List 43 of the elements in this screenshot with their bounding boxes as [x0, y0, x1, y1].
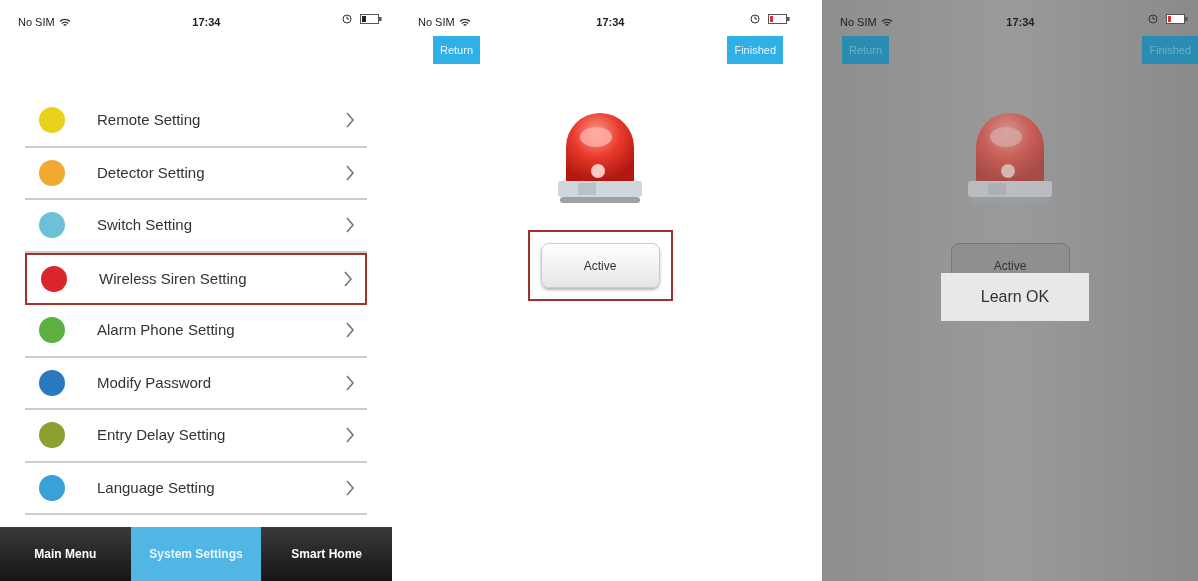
item-label: Modify Password: [97, 372, 212, 393]
battery-icon: [1166, 14, 1188, 24]
battery-icon: [360, 14, 382, 24]
wifi-icon: [58, 17, 71, 27]
carrier-text: No SIM: [18, 15, 55, 30]
chevron-icon: [345, 427, 355, 444]
clock-icon: [750, 14, 760, 24]
carrier-text: No SIM: [418, 15, 455, 30]
time-text: 17:34: [596, 15, 625, 30]
item-label: Remote Setting: [97, 110, 201, 130]
menu-item[interactable]: Wireless Siren Setting: [25, 252, 367, 305]
tab[interactable]: Smart Home: [261, 527, 392, 581]
menu-item[interactable]: Modify Password: [25, 357, 367, 410]
chevron-icon: [343, 270, 353, 287]
battery-icon: [768, 14, 790, 24]
chevron-icon: [345, 164, 355, 181]
chevron-icon: [345, 217, 355, 234]
active-button[interactable]: Active: [540, 243, 660, 288]
menu-item[interactable]: Language Setting: [25, 462, 367, 515]
time-text: 17:34: [1006, 15, 1035, 30]
chevron-icon: [345, 112, 355, 129]
chevron-icon: [345, 479, 355, 496]
menu-item[interactable]: Switch Setting: [25, 200, 367, 253]
tab[interactable]: Main Menu: [0, 527, 131, 581]
item-label: Switch Setting: [97, 215, 193, 235]
wifi-icon: [458, 17, 471, 27]
item-label: Language Setting: [97, 477, 215, 498]
chevron-icon: [345, 322, 355, 339]
item-label: Alarm Phone Setting: [97, 320, 235, 340]
carrier-text: No SIM: [840, 15, 877, 30]
clock-icon: [342, 14, 352, 24]
time-text: 17:34: [192, 15, 221, 30]
wifi-icon: [880, 17, 893, 27]
chevron-icon: [345, 374, 355, 391]
menu-item[interactable]: Alarm Phone Setting: [25, 305, 367, 358]
item-label: Wireless Siren Setting: [99, 268, 247, 289]
clock-icon: [1148, 14, 1158, 24]
menu-item[interactable]: Remote Setting: [25, 95, 367, 148]
item-label: Detector Setting: [97, 162, 205, 183]
toast-message: Learn OK: [941, 273, 1089, 321]
item-label: Entry Delay Setting: [97, 425, 226, 445]
menu-item[interactable]: Detector Setting: [25, 147, 367, 200]
menu-item[interactable]: Entry Delay Setting: [25, 410, 367, 463]
